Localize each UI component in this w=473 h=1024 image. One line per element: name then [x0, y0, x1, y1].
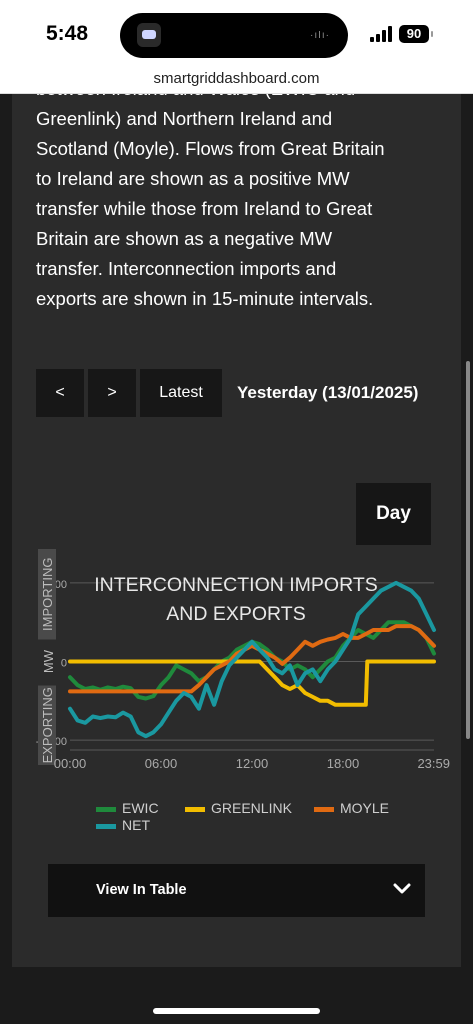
y-label-exporting: EXPORTING — [40, 687, 55, 763]
audio-wave-icon: ·ıIı· — [310, 30, 330, 41]
description-line: to Ireland are shown as a positive MW — [36, 168, 350, 189]
description-text: between Ireland and Wales (EWIC and Gree… — [36, 94, 436, 314]
y-label-unit: MW — [41, 649, 56, 673]
series-line-greenlink — [68, 659, 436, 707]
view-in-table-label: View In Table — [96, 882, 187, 898]
page-content[interactable]: between Ireland and Wales (EWIC and Gree… — [0, 94, 473, 1024]
x-tick-label: 06:00 — [145, 756, 178, 771]
clock: 5:48 — [46, 22, 89, 45]
series-line-moyle — [68, 624, 436, 694]
date-label: Yesterday (13/01/2025) — [237, 383, 419, 402]
prev-day-button[interactable]: < — [36, 369, 84, 417]
url-bar[interactable]: smartgriddashboard.com — [0, 66, 473, 94]
legend-swatch — [185, 807, 205, 812]
chevron-down-icon — [393, 883, 411, 894]
legend-label: GREENLINK — [211, 800, 293, 816]
battery-icon: 90 — [399, 25, 433, 43]
x-tick-label: 18:00 — [327, 756, 360, 771]
chart-title-line: AND EXPORTS — [166, 603, 305, 625]
app-icon — [137, 23, 161, 47]
scrollbar[interactable] — [466, 361, 470, 739]
legend-label: NET — [122, 817, 150, 833]
status-bar: 5:48 ·ıIı· 90 — [0, 0, 473, 66]
dynamic-island: ·ıIı· — [120, 13, 348, 58]
next-day-button[interactable]: > — [88, 369, 136, 417]
chart-title-line: INTERCONNECTION IMPORTS — [94, 574, 377, 596]
x-tick-label: 00:00 — [54, 756, 87, 771]
legend-swatch — [314, 807, 334, 812]
signal-icon — [370, 26, 394, 42]
description-line: Scotland (Moyle). Flows from Great Brita… — [36, 138, 385, 159]
description-line: Greenlink) and Northern Ireland and — [36, 108, 333, 129]
home-indicator — [153, 1008, 320, 1014]
legend-label: MOYLE — [340, 800, 389, 816]
x-tick-label: 23:59 — [417, 756, 450, 771]
description-line: transfer. Interconnection imports and — [36, 258, 337, 279]
y-label-importing: IMPORTING — [40, 558, 55, 631]
description-line: between Ireland and Wales (EWIC and — [36, 94, 436, 104]
x-tick-label: 12:00 — [236, 756, 269, 771]
legend-swatch — [96, 807, 116, 812]
y-tick-label: 0 — [61, 658, 67, 670]
latest-button[interactable]: Latest — [140, 369, 222, 417]
view-in-table-button[interactable]: View In Table — [48, 864, 425, 917]
day-period-button[interactable]: Day — [356, 483, 431, 545]
legend-label: EWIC — [122, 800, 159, 816]
description-line: transfer while those from Ireland to Gre… — [36, 198, 373, 219]
interconnection-chart: 1,0000-1,000IMPORTINGEXPORTINGMW INTERCO… — [36, 549, 450, 833]
legend-swatch — [96, 824, 116, 829]
description-line: Britain are shown as a negative MW — [36, 228, 333, 249]
description-line: exports are shown in 15-minute intervals… — [36, 288, 374, 309]
